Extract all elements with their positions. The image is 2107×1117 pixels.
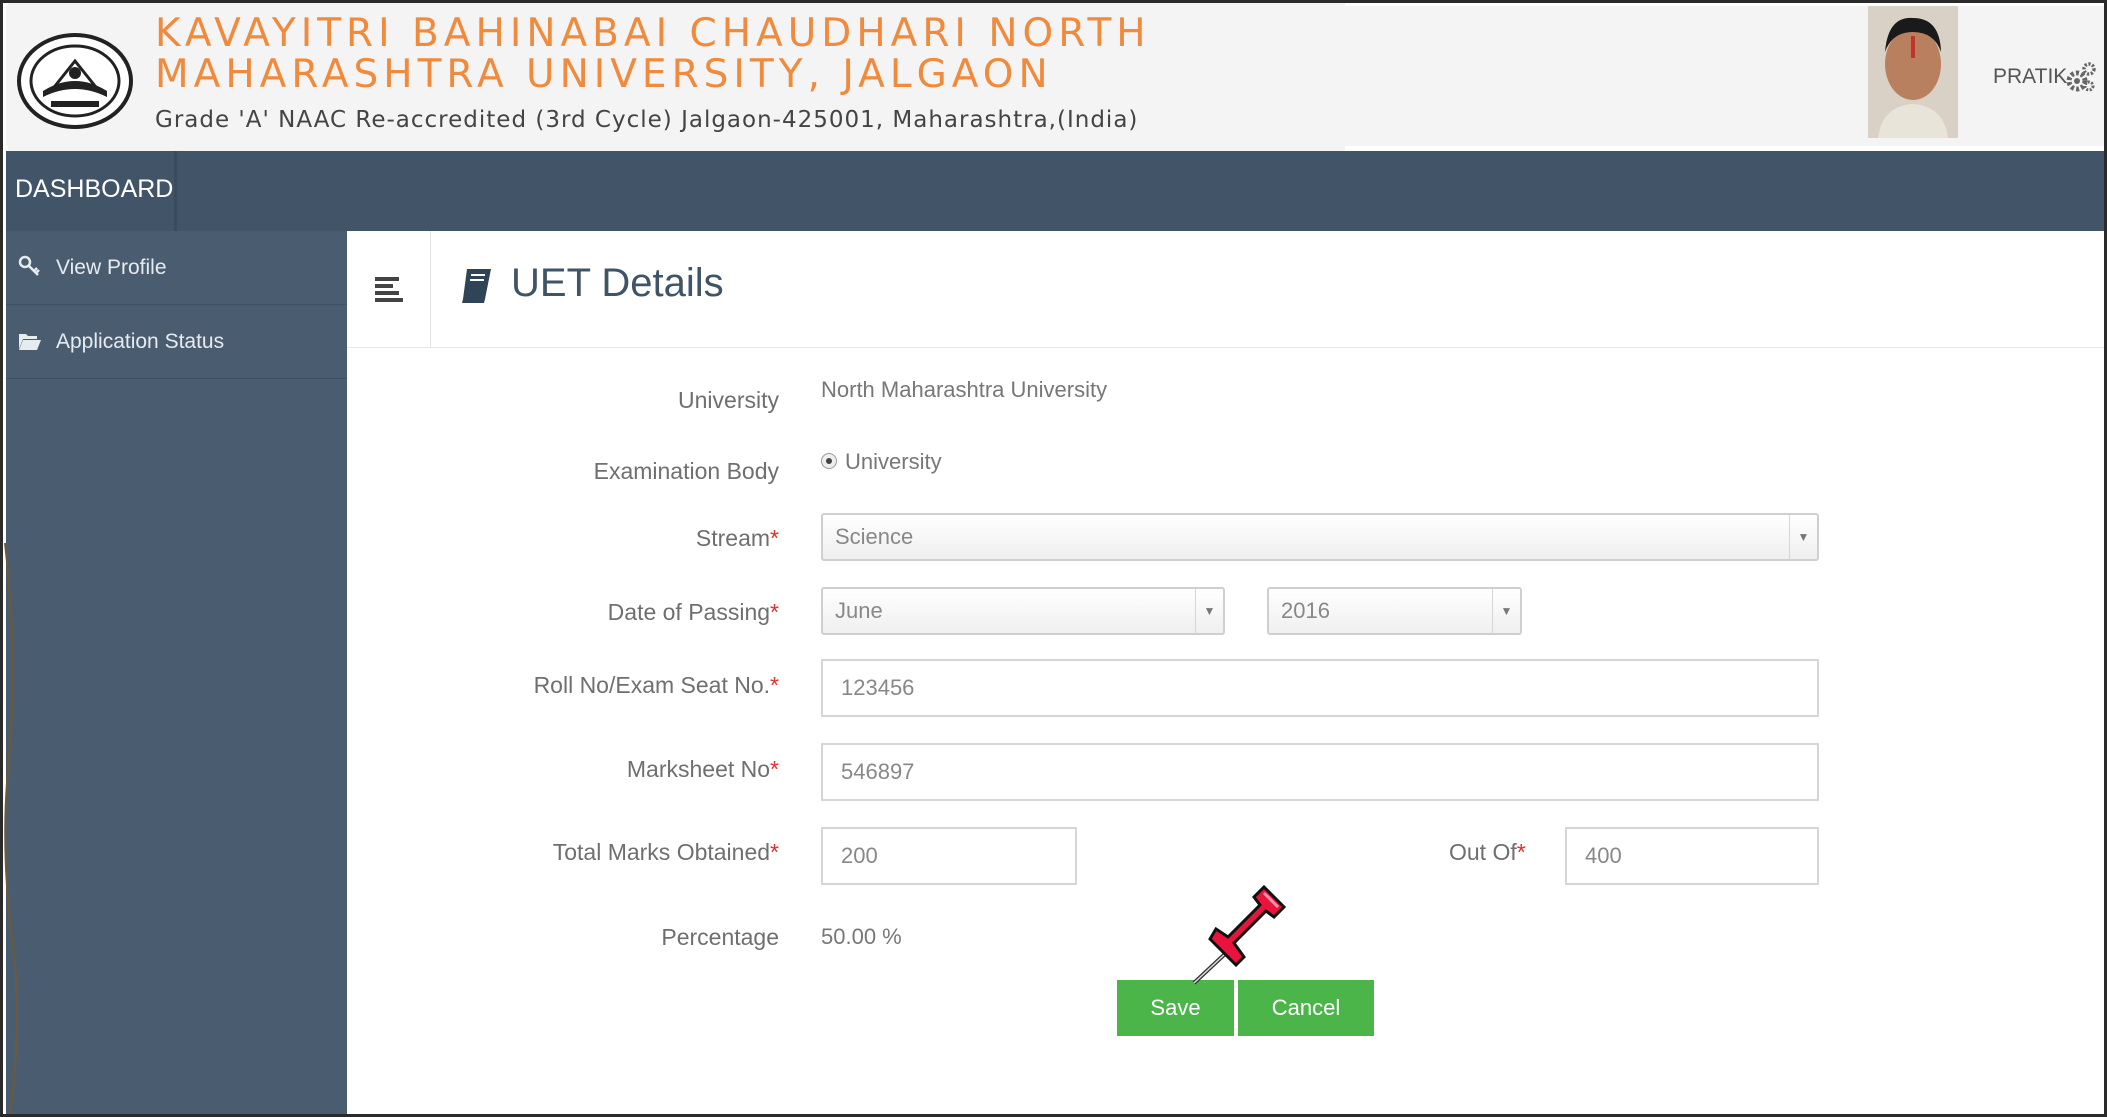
percentage-value: 50.00 % xyxy=(821,924,902,949)
marksheet-no-input[interactable]: 546897 xyxy=(821,743,1819,801)
university-subtitle: Grade 'A' NAAC Re-accredited (3rd Cycle)… xyxy=(155,107,1139,133)
total-marks-input[interactable]: 200 xyxy=(821,827,1077,885)
total-marks-label: Total Marks Obtained* xyxy=(552,839,779,865)
chevron-down-icon: ▼ xyxy=(1195,589,1223,633)
sidebar-item-view-profile[interactable]: View Profile xyxy=(6,231,347,305)
stream-select-value: Science xyxy=(835,524,914,549)
sidebar-toggle-button[interactable] xyxy=(347,231,431,348)
sidebar-item-application-status[interactable]: Application Status xyxy=(6,305,347,379)
roll-no-value: 123456 xyxy=(841,675,915,700)
gear-icon[interactable] xyxy=(2066,61,2096,93)
total-marks-value: 200 xyxy=(841,843,878,868)
month-select-value: June xyxy=(835,598,883,623)
page-title: UET Details xyxy=(511,261,724,305)
dashboard-link[interactable]: DASHBOARD xyxy=(15,175,173,204)
sidebar-item-label: View Profile xyxy=(56,256,167,279)
exam-body-label: Examination Body xyxy=(593,458,779,484)
top-navbar xyxy=(6,151,2104,231)
topbar-divider xyxy=(174,151,177,231)
out-of-value: 400 xyxy=(1585,843,1622,868)
month-select[interactable]: June ▼ xyxy=(821,587,1225,635)
avatar[interactable] xyxy=(1868,6,1958,138)
university-title: KAVAYITRI BAHINABAI CHAUDHARI NORTH MAHA… xyxy=(155,11,1151,97)
sidebar-item-label: Application Status xyxy=(56,330,225,353)
university-label: University xyxy=(678,387,779,413)
year-select[interactable]: 2016 ▼ xyxy=(1267,587,1522,635)
decorative-border xyxy=(4,543,18,1114)
book-icon xyxy=(462,269,491,303)
marksheet-no-value: 546897 xyxy=(841,759,915,784)
folder-open-icon xyxy=(19,334,41,350)
roll-no-input[interactable]: 123456 xyxy=(821,659,1819,717)
pushpin-icon xyxy=(1192,884,1287,985)
roll-no-label: Roll No/Exam Seat No.* xyxy=(533,672,779,698)
stream-select[interactable]: Science ▼ xyxy=(821,513,1819,561)
key-icon xyxy=(18,255,40,276)
exam-body-radio[interactable] xyxy=(821,453,837,469)
app-frame: KAVAYITRI BAHINABAI CHAUDHARI NORTH MAHA… xyxy=(0,0,2107,1117)
university-logo xyxy=(17,33,133,129)
out-of-label: Out Of* xyxy=(1449,839,1526,865)
year-select-value: 2016 xyxy=(1281,598,1330,623)
exam-body-value: University xyxy=(845,449,942,474)
chevron-down-icon: ▼ xyxy=(1789,515,1817,559)
date-of-passing-label: Date of Passing* xyxy=(607,599,779,625)
out-of-input[interactable]: 400 xyxy=(1565,827,1819,885)
user-name[interactable]: PRATIK xyxy=(1993,65,2067,89)
stream-label: Stream* xyxy=(695,525,779,551)
percentage-label: Percentage xyxy=(661,924,779,950)
menu-icon xyxy=(375,277,403,302)
university-value: North Maharashtra University xyxy=(821,377,1108,402)
marksheet-no-label: Marksheet No* xyxy=(626,756,779,782)
chevron-down-icon: ▼ xyxy=(1492,589,1520,633)
